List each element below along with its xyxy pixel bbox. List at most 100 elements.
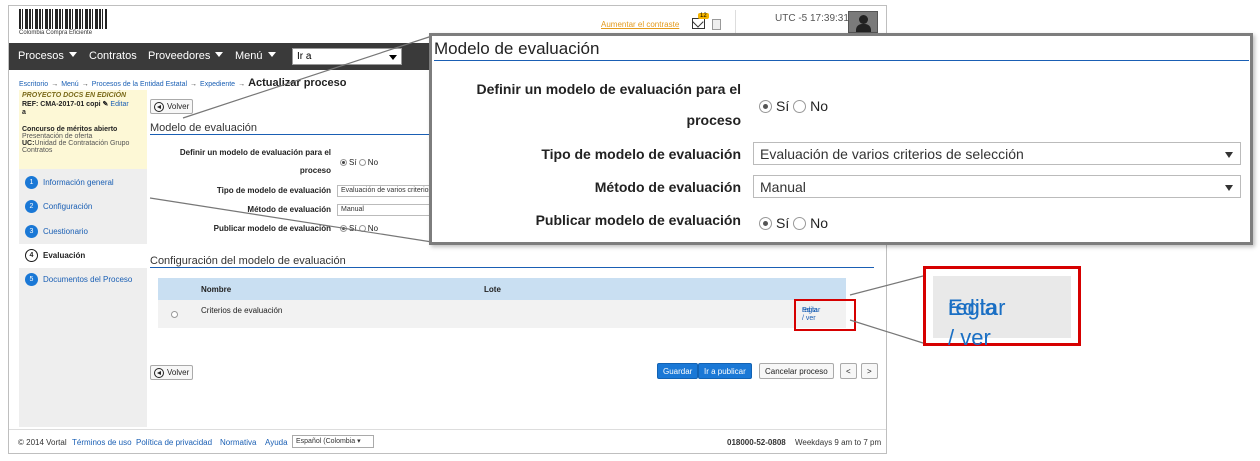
save-button[interactable]: Guardar bbox=[657, 363, 699, 379]
chevron-down-icon bbox=[1225, 185, 1233, 191]
rules-link[interactable]: Normativa bbox=[220, 438, 256, 447]
zoom-method-select[interactable]: Manual bbox=[753, 175, 1241, 198]
nav-menu[interactable]: Menú bbox=[235, 50, 276, 62]
breadcrumb-expediente[interactable]: Expediente bbox=[200, 81, 235, 88]
sidebar: PROYECTO DOCS EN EDICIÓN REF: CMA-2017-0… bbox=[19, 90, 147, 427]
publish-radios: Sí No bbox=[340, 224, 378, 233]
project-ref-text: REF: CMA-2017-01 copi bbox=[22, 101, 101, 108]
radio-yes[interactable] bbox=[340, 159, 347, 166]
radio-yes[interactable] bbox=[759, 217, 772, 230]
zoom-section-title: Modelo de evaluación bbox=[434, 39, 1249, 61]
step-label: Cuestionario bbox=[43, 227, 88, 236]
cancel-process-button[interactable]: Cancelar proceso bbox=[759, 363, 834, 379]
language-select[interactable]: Español (Colombia ▾ bbox=[292, 435, 374, 448]
step-label: Información general bbox=[43, 178, 114, 187]
zoom-define-model-label: Definir un modelo de evaluación para el bbox=[476, 81, 741, 97]
breadcrumb-escritorio[interactable]: Escritorio bbox=[19, 81, 48, 88]
project-uc: UC:Unidad de Contratación Grupo Contrato… bbox=[22, 140, 144, 154]
go-publish-button[interactable]: Ir a publicar bbox=[698, 363, 752, 379]
radio-yes-label: Sí bbox=[776, 215, 790, 231]
nav-procesos[interactable]: Procesos bbox=[18, 50, 77, 62]
zoom-model-type-select[interactable]: Evaluación de varios criterios de selecc… bbox=[753, 142, 1241, 165]
step-label: Documentos del Proceso bbox=[43, 275, 133, 284]
define-model-radios: Sí No bbox=[340, 158, 378, 167]
document-icon[interactable] bbox=[712, 19, 721, 30]
model-type-label: Tipo de modelo de evaluación bbox=[216, 186, 331, 195]
next-button[interactable]: > bbox=[861, 363, 878, 379]
nav-contratos[interactable]: Contratos bbox=[89, 50, 137, 62]
step-informacion-general[interactable]: 1 Información general bbox=[19, 171, 147, 195]
arrow-right-icon: → bbox=[190, 81, 198, 88]
back-button-label: Volver bbox=[167, 368, 190, 377]
zoom-model-type-label: Tipo de modelo de evaluación bbox=[541, 146, 741, 162]
arrow-right-icon: → bbox=[81, 81, 89, 88]
zoom-edit-rule-line-2: regla bbox=[948, 295, 997, 320]
radio-no[interactable] bbox=[793, 100, 807, 113]
radio-yes[interactable] bbox=[340, 225, 347, 232]
user-avatar-icon[interactable] bbox=[848, 11, 878, 33]
radio-no[interactable] bbox=[793, 217, 807, 230]
zoom-define-model-label-cont: proceso bbox=[686, 112, 741, 128]
help-link[interactable]: Ayuda bbox=[265, 438, 288, 447]
col-nombre: Nombre bbox=[201, 285, 232, 294]
step-number: 1 bbox=[25, 176, 38, 189]
method-select[interactable]: Manual bbox=[337, 204, 437, 216]
chevron-down-icon: ▾ bbox=[357, 438, 361, 445]
radio-yes[interactable] bbox=[759, 100, 772, 113]
zoom-define-model-radios: Sí No bbox=[759, 98, 828, 114]
back-button-bottom[interactable]: Volver bbox=[150, 365, 194, 380]
logo-text: Colombia Compra Eficiente bbox=[19, 30, 93, 36]
step-cuestionario[interactable]: 3 Cuestionario bbox=[19, 220, 147, 244]
model-type-select[interactable]: Evaluación de varios criterios de selecc… bbox=[337, 185, 437, 197]
arrow-right-icon: → bbox=[238, 81, 246, 88]
language-value: Español (Colombia bbox=[296, 438, 356, 445]
step-label: Evaluación bbox=[43, 251, 86, 260]
nav-proveedores[interactable]: Proveedores bbox=[148, 50, 224, 62]
project-phase: Presentación de oferta bbox=[22, 133, 93, 140]
radio-yes-label: Sí bbox=[349, 158, 357, 167]
edit-rule-link-highlight[interactable]: Editar / ver regla bbox=[794, 299, 856, 331]
project-summary: PROYECTO DOCS EN EDICIÓN REF: CMA-2017-0… bbox=[19, 90, 147, 169]
zoom-method-label: Método de evaluación bbox=[594, 179, 741, 195]
project-ref-cont: a bbox=[22, 109, 26, 116]
zoom-panel-evaluation-model: Modelo de evaluación Definir un modelo d… bbox=[429, 33, 1253, 245]
chevron-down-icon bbox=[389, 55, 397, 60]
footer: © 2014 Vortal Términos de uso Política d… bbox=[9, 429, 886, 453]
step-number: 5 bbox=[25, 273, 38, 286]
mail-icon[interactable] bbox=[692, 18, 705, 29]
radio-no[interactable] bbox=[358, 225, 366, 232]
project-status: PROYECTO DOCS EN EDICIÓN bbox=[22, 92, 127, 99]
step-evaluacion[interactable]: 4 Evaluación bbox=[19, 244, 147, 268]
nav-menu-label: Menú bbox=[235, 50, 263, 62]
copyright: © 2014 Vortal bbox=[18, 438, 67, 447]
breadcrumb-menu[interactable]: Menú bbox=[61, 81, 79, 88]
nav-procesos-label: Procesos bbox=[18, 50, 64, 62]
radio-no-label: No bbox=[810, 215, 829, 231]
step-documentos[interactable]: 5 Documentos del Proceso bbox=[19, 268, 147, 292]
edit-project-link[interactable]: Editar bbox=[110, 101, 128, 108]
radio-no-label: No bbox=[810, 98, 829, 114]
clock: UTC -5 17:39:31 bbox=[775, 13, 849, 24]
table-header: Nombre Lote bbox=[158, 278, 846, 300]
terms-link[interactable]: Términos de uso bbox=[72, 438, 132, 447]
breadcrumb-procesos[interactable]: Procesos de la Entidad Estatal bbox=[92, 81, 187, 88]
contrast-link[interactable]: Aumentar el contraste bbox=[601, 20, 679, 29]
pencil-icon[interactable]: ✎ bbox=[103, 101, 109, 108]
zoom-model-type-value: Evaluación de varios criterios de selecc… bbox=[760, 146, 1024, 162]
privacy-link[interactable]: Política de privacidad bbox=[136, 438, 212, 447]
back-button-top[interactable]: Volver bbox=[150, 99, 194, 114]
logo[interactable]: Colombia Compra Eficiente bbox=[19, 9, 139, 39]
project-uc-value: Unidad de Contratación Grupo Contratos bbox=[22, 140, 130, 154]
radio-no[interactable] bbox=[358, 159, 366, 166]
section-title-config: Configuración del modelo de evaluación bbox=[150, 255, 874, 268]
screenshot-root: Colombia Compra Eficiente Aumentar el co… bbox=[0, 0, 1260, 461]
zoom-publish-radios: Sí No bbox=[759, 215, 828, 231]
barcode-logo-icon bbox=[19, 9, 107, 29]
row-radio[interactable] bbox=[171, 311, 178, 318]
step-number: 2 bbox=[25, 200, 38, 213]
goto-select[interactable]: Ir a bbox=[292, 48, 402, 65]
step-configuracion[interactable]: 2 Configuración bbox=[19, 195, 147, 219]
edit-rule-line-2: regla bbox=[802, 307, 818, 314]
step-label: Configuración bbox=[43, 202, 93, 211]
prev-button[interactable]: < bbox=[840, 363, 857, 379]
